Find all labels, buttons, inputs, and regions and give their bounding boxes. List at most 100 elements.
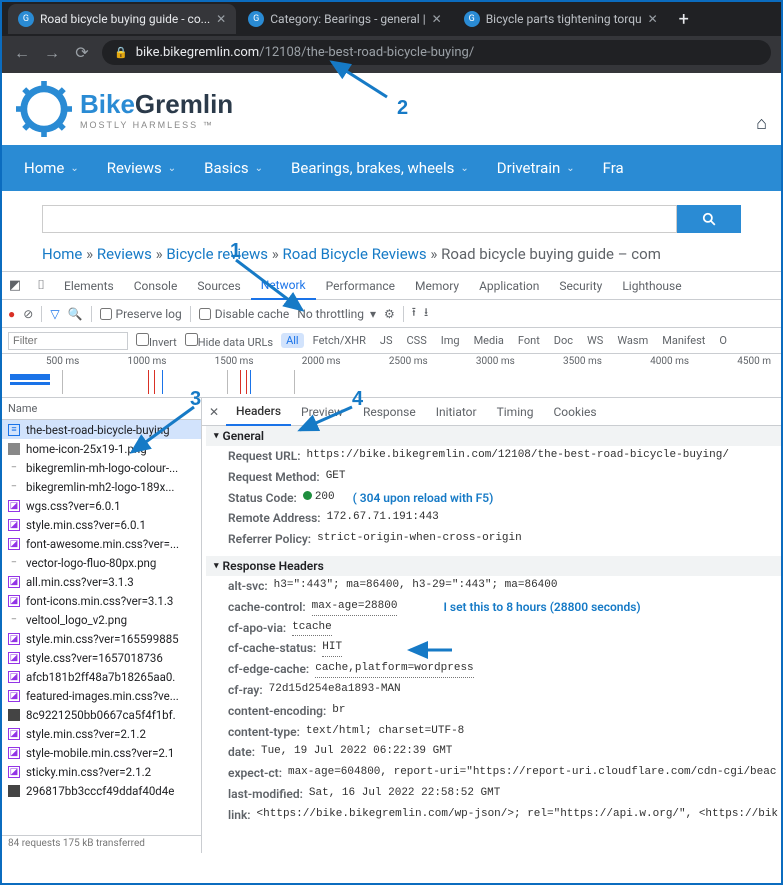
devtools-tab-performance[interactable]: Performance (316, 272, 405, 300)
request-row[interactable]: ◪style.min.css?ver=2.1.2 (2, 724, 201, 743)
close-icon[interactable]: ✕ (216, 12, 226, 26)
filter-type-js[interactable]: JS (375, 333, 398, 348)
request-row[interactable]: home-icon-25x19-1.png (2, 439, 201, 458)
close-icon[interactable]: ✕ (432, 12, 442, 26)
hide-data-urls-checkbox[interactable]: Hide data URLs (185, 333, 273, 349)
filter-type-wasm[interactable]: Wasm (612, 333, 653, 348)
close-icon[interactable]: ✕ (202, 405, 226, 419)
devtools-tab-lighthouse[interactable]: Lighthouse (612, 272, 691, 300)
download-icon[interactable]: ⭳ (424, 303, 428, 324)
home-icon[interactable]: ⌂ (756, 113, 767, 134)
request-row[interactable]: 296817bb3cccf49ddaf40d4e (2, 781, 201, 800)
breadcrumb-link[interactable]: Road Bicycle Reviews (283, 245, 427, 263)
filter-type-css[interactable]: CSS (402, 333, 432, 348)
name-column-header[interactable]: Name (2, 398, 201, 420)
general-section-header[interactable]: General (206, 426, 781, 446)
request-row[interactable]: –bikegremlin-mh-logo-colour-... (2, 458, 201, 477)
request-row[interactable]: 8c9221250bb0667ca5f4f1bf. (2, 705, 201, 724)
record-icon[interactable]: ● (8, 307, 15, 321)
device-icon[interactable]: ⌷ (28, 278, 54, 293)
request-row[interactable]: –vector-logo-fluo-80px.png (2, 553, 201, 572)
preserve-log-checkbox[interactable]: Preserve log (100, 307, 182, 321)
request-row[interactable]: ◪style.css?ver=1657018736 (2, 648, 201, 667)
devtools-tab-elements[interactable]: Elements (54, 272, 124, 300)
filter-type-fetch/xhr[interactable]: Fetch/XHR (308, 333, 371, 348)
request-name: featured-images.min.css?ve... (26, 689, 179, 703)
inspect-icon[interactable]: ◩ (2, 278, 28, 293)
timeline-tick: 1000 ms (127, 356, 166, 367)
request-row[interactable]: ◪featured-images.min.css?ve... (2, 686, 201, 705)
search-input[interactable] (42, 205, 677, 233)
network-timeline[interactable]: 500 ms1000 ms1500 ms2000 ms2500 ms3000 m… (2, 354, 781, 398)
invert-checkbox[interactable]: Invert (136, 333, 177, 349)
annotation-3: 3 (190, 388, 201, 411)
search-icon[interactable]: 🔍 (68, 307, 83, 321)
devtools-tab-console[interactable]: Console (124, 272, 188, 300)
request-row[interactable]: ◪wgs.css?ver=6.0.1 (2, 496, 201, 515)
nav-item-3[interactable]: Bearings, brakes, wheels⌄ (277, 145, 483, 191)
request-row[interactable]: –veltool_logo_v2.png (2, 610, 201, 629)
upload-icon[interactable]: ⭱ (412, 303, 416, 324)
response-headers-section[interactable]: Response Headers (206, 556, 781, 576)
filter-type-font[interactable]: Font (513, 333, 545, 348)
filter-type-all[interactable]: All (281, 333, 304, 348)
nav-item-4[interactable]: Drivetrain⌄ (483, 145, 589, 191)
detail-tab-cookies[interactable]: Cookies (543, 398, 606, 426)
breadcrumb-link[interactable]: Home (42, 245, 82, 263)
search-button[interactable] (677, 205, 741, 233)
filter-type-ws[interactable]: WS (582, 333, 608, 348)
devtools-tab-application[interactable]: Application (469, 272, 549, 300)
url-bar[interactable]: 🔒 bike.bikegremlin.com/12108/the-best-ro… (102, 40, 771, 65)
devtools-tab-sources[interactable]: Sources (187, 272, 250, 300)
detail-tab-response[interactable]: Response (353, 398, 426, 426)
nav-item-2[interactable]: Basics⌄ (190, 145, 277, 191)
breadcrumb-link[interactable]: Reviews (97, 245, 152, 263)
request-row[interactable]: ◪style.min.css?ver=165599885 (2, 629, 201, 648)
request-row[interactable]: ◪style.min.css?ver=6.0.1 (2, 515, 201, 534)
disable-cache-checkbox[interactable]: Disable cache (199, 307, 290, 321)
request-row[interactable]: ◪style-mobile.min.css?ver=2.1 (2, 743, 201, 762)
request-row[interactable]: ◪sticky.min.css?ver=2.1.2 (2, 762, 201, 781)
timeline-tick: 3000 ms (476, 356, 515, 367)
filter-type-manifest[interactable]: Manifest (657, 333, 710, 348)
nav-item-1[interactable]: Reviews⌄ (93, 145, 190, 191)
browser-tab-2[interactable]: G Bicycle parts tightening torqu ✕ (454, 4, 668, 34)
filter-type-doc[interactable]: Doc (549, 333, 578, 348)
request-row[interactable]: ◪afcb181b2ff48a7b18265aa0. (2, 667, 201, 686)
filter-type-o[interactable]: O (714, 333, 732, 348)
request-row[interactable]: ◪all.min.css?ver=3.1.3 (2, 572, 201, 591)
request-row[interactable]: –bikegremlin-mh2-logo-189x... (2, 477, 201, 496)
devtools-tab-security[interactable]: Security (549, 272, 612, 300)
request-row[interactable]: ◪font-awesome.min.css?ver=... (2, 534, 201, 553)
reload-icon[interactable]: ⟳ (72, 43, 92, 62)
detail-tab-initiator[interactable]: Initiator (426, 398, 487, 426)
devtools-tab-memory[interactable]: Memory (405, 272, 469, 300)
detail-tab-headers[interactable]: Headers (226, 398, 291, 426)
devtools-tab-network[interactable]: Network (251, 272, 316, 300)
detail-tab-preview[interactable]: Preview (291, 398, 353, 426)
nav-item-5[interactable]: Fra (589, 145, 638, 191)
request-name: style.min.css?ver=6.0.1 (26, 518, 146, 532)
forward-icon[interactable]: → (42, 43, 62, 63)
throttling-select[interactable]: No throttling ▾ (297, 307, 376, 321)
request-row[interactable]: ◪font-icons.min.css?ver=3.1.3 (2, 591, 201, 610)
filter-icon[interactable]: ▽ (50, 307, 59, 321)
close-icon[interactable]: ✕ (648, 12, 658, 26)
wifi-icon[interactable]: ⚙ (384, 307, 395, 321)
site-logo[interactable]: G BikeGremlin MOSTLY HARMLESS ™ (16, 81, 233, 137)
request-row[interactable]: ≡the-best-road-bicycle-buying (2, 420, 201, 439)
dkimg-icon (8, 785, 20, 797)
filter-input[interactable] (8, 332, 128, 350)
new-tab-button[interactable]: + (670, 5, 698, 33)
back-icon[interactable]: ← (12, 43, 32, 63)
filter-type-media[interactable]: Media (469, 333, 509, 348)
browser-tab-0[interactable]: G Road bicycle buying guide - co... ✕ (8, 4, 236, 34)
request-name: font-icons.min.css?ver=3.1.3 (26, 594, 173, 608)
breadcrumb-link[interactable]: Bicycle reviews (166, 245, 268, 263)
clear-icon[interactable]: ⊘ (23, 307, 33, 321)
nav-item-0[interactable]: Home⌄ (10, 145, 93, 191)
filter-type-img[interactable]: Img (436, 333, 465, 348)
browser-tab-1[interactable]: G Category: Bearings - general | ✕ (238, 4, 451, 34)
detail-tab-timing[interactable]: Timing (487, 398, 544, 426)
browser-toolbar: ← → ⟳ 🔒 bike.bikegremlin.com/12108/the-b… (2, 36, 781, 73)
